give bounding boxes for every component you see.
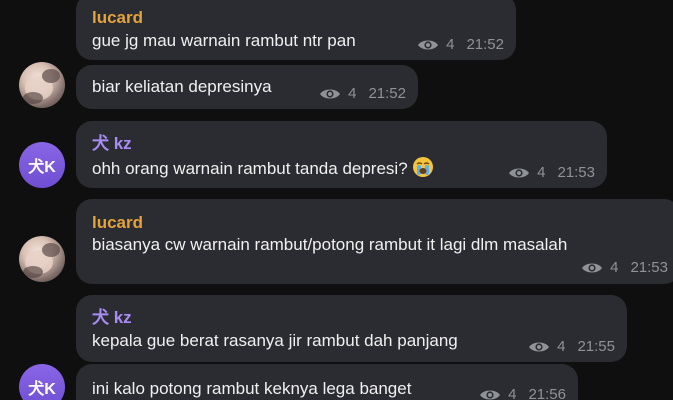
avatar-photo-icon (23, 243, 60, 278)
message-text: biasanya cw warnain rambut/potong rambut… (92, 235, 568, 254)
views-eye-icon (509, 168, 530, 178)
message-text: gue jg mau warnain rambut ntr pan (92, 31, 356, 50)
message-meta: 4 21:56 (479, 386, 566, 400)
message-time: 21:56 (528, 386, 566, 400)
view-count: 4 (610, 259, 619, 276)
message-text: kepala gue berat rasanya jir rambut dah … (92, 331, 458, 350)
view-count: 4 (348, 85, 357, 102)
message-text-body: ohh orang warnain rambut tanda depresi? (92, 159, 408, 178)
sender-name[interactable]: 犬 kz (92, 308, 132, 328)
message-bubble[interactable]: 犬 kz ohh orang warnain rambut tanda depr… (76, 121, 607, 188)
view-count: 4 (537, 164, 546, 181)
avatar-photo-icon (23, 69, 60, 104)
view-count: 4 (557, 338, 566, 355)
view-count: 4 (446, 36, 455, 53)
chat-history[interactable]: lucard gue jg mau warnain rambut ntr pan… (0, 0, 673, 400)
sender-name[interactable]: lucard (92, 213, 143, 233)
message-time: 21:55 (577, 338, 615, 355)
message-bubble[interactable]: ini kalo potong rambut keknya lega bange… (76, 364, 578, 400)
loudly-crying-face-icon (412, 157, 433, 177)
message-text: biar keliatan depresinya (92, 77, 272, 96)
lucard-avatar[interactable] (19, 236, 65, 282)
kz-avatar[interactable]: 犬K (19, 142, 65, 188)
message-bubble[interactable]: lucard biasanya cw warnain rambut/potong… (76, 199, 673, 284)
message-time: 21:53 (557, 164, 595, 181)
view-count: 4 (508, 386, 517, 400)
kz-avatar[interactable]: 犬K (19, 364, 65, 400)
message-bubble[interactable]: lucard gue jg mau warnain rambut ntr pan… (76, 0, 516, 60)
message-text: ini kalo potong rambut keknya lega bange… (92, 379, 412, 398)
message-time: 21:52 (368, 85, 406, 102)
message-meta: 4 21:52 (319, 85, 406, 103)
views-eye-icon (320, 89, 341, 99)
sender-name[interactable]: 犬 kz (92, 134, 132, 154)
message-meta: 4 21:53 (581, 259, 668, 277)
views-eye-icon (529, 342, 550, 352)
message-bubble[interactable]: 犬 kz kepala gue berat rasanya jir rambut… (76, 295, 627, 362)
views-eye-icon (480, 390, 501, 400)
message-time: 21:53 (630, 259, 668, 276)
lucard-avatar[interactable] (19, 62, 65, 108)
message-time: 21:52 (466, 36, 504, 53)
message-text: ohh orang warnain rambut tanda depresi? (92, 156, 434, 180)
views-eye-icon (418, 40, 439, 50)
sender-name[interactable]: lucard (92, 8, 143, 28)
message-meta: 4 21:53 (508, 164, 595, 182)
message-bubble[interactable]: biar keliatan depresinya 4 21:52 (76, 65, 418, 109)
views-eye-icon (582, 263, 603, 273)
message-meta: 4 21:55 (528, 338, 615, 356)
message-meta: 4 21:52 (417, 36, 504, 54)
